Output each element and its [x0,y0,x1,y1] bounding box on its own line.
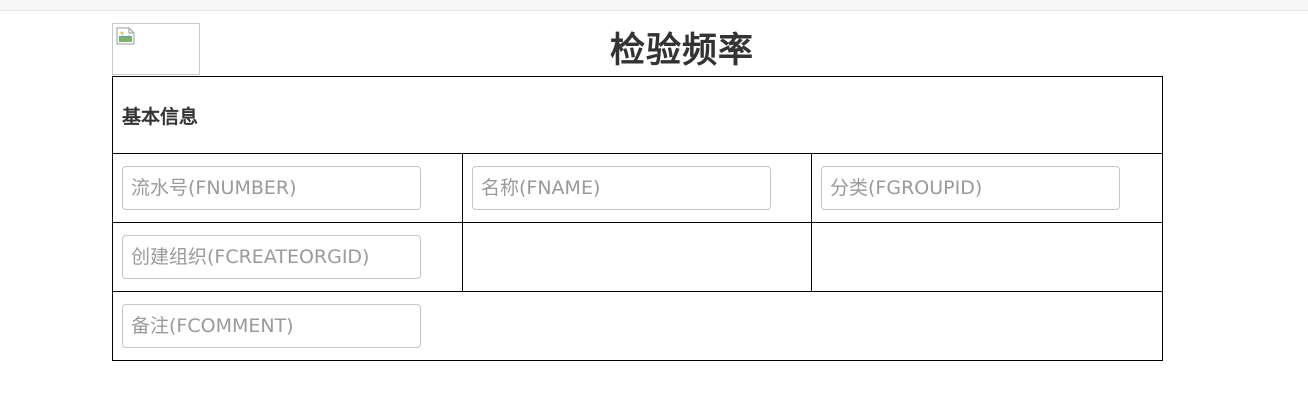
section-title: 基本信息 [122,105,199,128]
page-title: 检验频率 [609,31,754,71]
form-table: 基本信息 [112,76,1163,361]
form-cell [811,153,1163,223]
form-cell [112,153,463,223]
fgroupid-input[interactable] [821,166,1120,210]
fnumber-input[interactable] [122,166,421,210]
empty-cell [811,222,1163,292]
section-header-row: 基本信息 [112,76,1163,154]
form-row [112,222,1163,292]
browser-top-bar [0,0,1308,11]
fname-input[interactable] [472,166,771,210]
form-cell [112,222,463,292]
empty-cell [462,222,812,292]
form-cell [462,153,812,223]
fcreateorgid-input[interactable] [122,235,421,279]
form-row [112,291,1163,361]
form-row [112,153,1163,223]
fcomment-input[interactable] [122,304,421,348]
comment-cell [112,291,1163,361]
section-header-cell: 基本信息 [112,76,1163,154]
